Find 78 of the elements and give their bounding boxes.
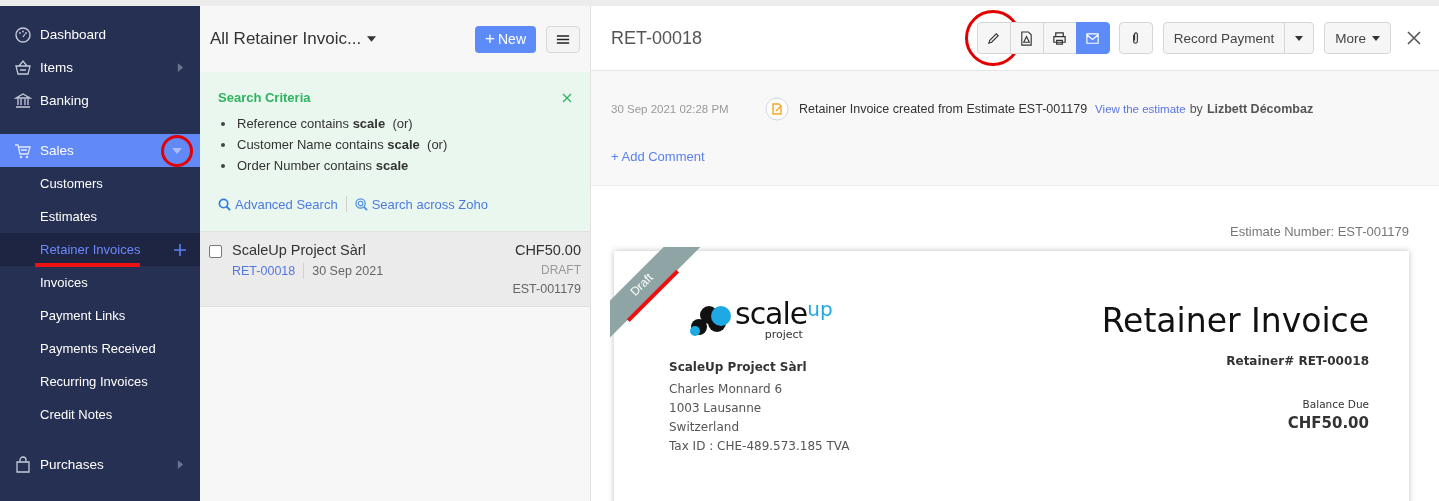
more-button[interactable]: More	[1324, 22, 1391, 54]
pdf-icon	[1019, 30, 1035, 46]
close-icon[interactable]	[1407, 31, 1421, 45]
nav-item[interactable]: Purchases	[0, 448, 200, 481]
nav-subitem[interactable]: Invoices	[0, 266, 200, 299]
status-label: DRAFT	[541, 263, 581, 277]
printer-icon	[1052, 30, 1068, 46]
criterion-text: Order Number contains scale	[237, 158, 409, 173]
invoice-amount: CHF50.00	[514, 242, 581, 258]
nav-item[interactable]: Dashboard	[0, 18, 200, 51]
nav-subitem[interactable]: Payments Received	[0, 332, 200, 365]
activity-author: Lizbett Décombaz	[1206, 102, 1314, 116]
document-title: Retainer Invoice	[1101, 301, 1369, 340]
add-icon[interactable]	[174, 243, 186, 256]
search-link[interactable]: Search across Zoho	[354, 196, 488, 212]
bank-icon	[14, 91, 32, 110]
pdf-button[interactable]	[1009, 22, 1044, 54]
nav-subitem[interactable]: Recurring Invoices	[0, 365, 200, 398]
nav-subitem[interactable]: Credit Notes	[0, 398, 200, 431]
criteria-title: Search Criteria	[218, 90, 311, 105]
gauge-icon	[14, 25, 32, 44]
activity-time: 30 Sep 2021 02:28 PM	[611, 103, 730, 115]
caret-icon	[1372, 35, 1380, 41]
nav-subitem[interactable]: Payment Links	[0, 299, 200, 332]
view-dropdown[interactable]: All Retainer Invoic...	[210, 29, 466, 49]
basket-icon	[14, 58, 32, 77]
bullet-icon	[221, 121, 225, 126]
add-comment-link[interactable]: + Add Comment	[611, 149, 705, 164]
note-icon	[765, 97, 789, 121]
invoice-title: RET-00018	[611, 27, 703, 49]
invoice-date: 30 Sep 2021	[312, 264, 384, 278]
logo-subtitle: project	[764, 329, 803, 340]
customer-name: ScaleUp Project Sàrl	[232, 242, 367, 258]
balance-amount: CHF50.00	[1287, 414, 1369, 432]
estimate-number: EST-001179	[512, 282, 581, 296]
search-icon	[218, 197, 231, 211]
activity-by: by	[1189, 102, 1203, 116]
attach-button[interactable]	[1118, 22, 1153, 54]
nav-subitem[interactable]: Customers	[0, 167, 200, 200]
nav-item[interactable]: Items	[0, 51, 200, 84]
menu-icon	[556, 33, 570, 45]
address-line: Charles Monnard 6	[669, 381, 784, 398]
expand-arrow-icon[interactable]	[177, 63, 184, 72]
menu-button[interactable]	[546, 25, 580, 53]
company-name: ScaleUp Project Sàrl	[669, 360, 808, 374]
balance-label: Balance Due	[1302, 398, 1369, 410]
address-line: 1003 Lausanne	[669, 400, 763, 417]
caret-icon	[367, 36, 377, 42]
nav-item[interactable]: Banking	[0, 84, 200, 117]
expand-arrow-icon[interactable]	[177, 460, 184, 469]
pencil-icon	[986, 30, 1002, 46]
cart-icon	[14, 141, 32, 160]
print-button[interactable]	[1042, 22, 1077, 54]
record-payment-button[interactable]: Record Payment	[1162, 22, 1286, 54]
address-line: Tax ID : CHE-489.573.185 TVA	[669, 438, 850, 455]
logo-text: scale	[735, 296, 808, 331]
address-line: Switzerland	[669, 419, 740, 436]
search-icon	[354, 197, 368, 211]
dropdown-button[interactable]	[1284, 22, 1315, 54]
criterion-text: Reference contains scale (or)	[237, 116, 413, 131]
retainer-number: Retainer# RET-00018	[1226, 354, 1369, 368]
criterion-text: Customer Name contains scale (or)	[237, 137, 448, 152]
invoice-number: RET-00018	[232, 264, 296, 278]
search-link[interactable]: Advanced Search	[218, 196, 338, 212]
logo-text: up	[807, 297, 833, 321]
caret-icon	[1295, 35, 1304, 41]
edit-button[interactable]	[976, 22, 1011, 54]
row-checkbox[interactable]	[209, 245, 222, 258]
envelope-icon	[1085, 30, 1101, 46]
nav-subitem[interactable]: Retainer Invoices	[0, 233, 200, 266]
estimate-number-label: Estimate Number: EST-001179	[1229, 224, 1409, 239]
view-estimate-link[interactable]: View the estimate	[1095, 103, 1186, 115]
bag-icon	[14, 455, 32, 474]
bullet-icon	[221, 142, 225, 147]
bullet-icon	[221, 163, 225, 168]
invoice-row[interactable]: ScaleUp Project Sàrl RET-00018 30 Sep 2021 CHF50.00 DRAFT EST-001179	[200, 232, 590, 307]
nav-subitem[interactable]: Estimates	[0, 200, 200, 233]
activity-text: Retainer Invoice created from Estimate EST-001179	[799, 102, 1088, 116]
